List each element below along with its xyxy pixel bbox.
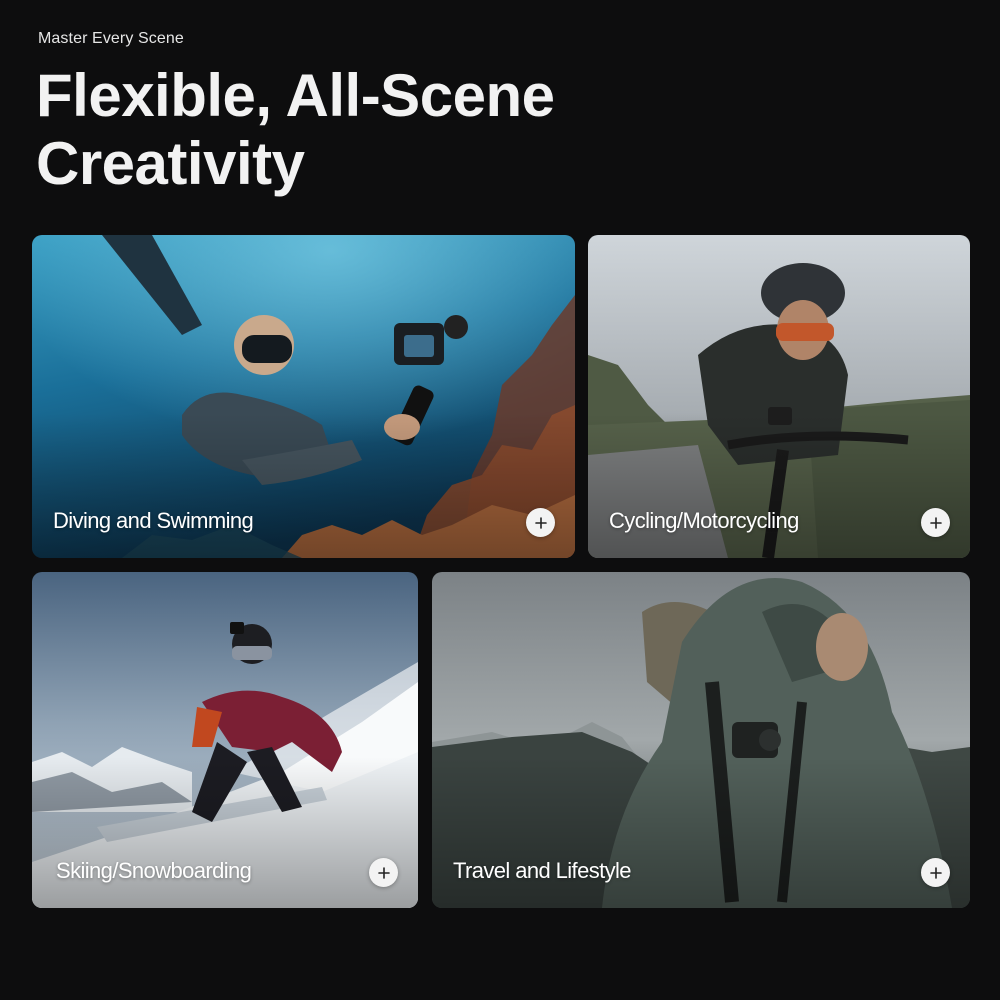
expand-button[interactable] [921,508,950,537]
expand-button[interactable] [369,858,398,887]
scene-card-label: Skiing/Snowboarding [56,858,252,883]
page-title-line-2: Creativity [36,130,305,197]
scene-showcase: Master Every Scene Flexible, All-Scene C… [0,0,1000,1000]
scene-card-label: Diving and Swimming [53,508,254,533]
scene-card-skiing[interactable]: Skiing/Snowboarding [32,572,418,908]
scene-card-label: Travel and Lifestyle [453,858,632,883]
scene-card-travel[interactable]: Travel and Lifestyle [432,572,970,908]
section-eyebrow: Master Every Scene [38,30,184,47]
scene-card-diving[interactable]: Diving and Swimming [32,235,575,558]
page-title-line-1: Flexible, All-Scene [36,62,555,129]
plus-icon [929,516,942,529]
plus-icon [929,866,942,879]
page-title: Flexible, All-Scene Creativity [36,62,596,198]
plus-icon [534,516,547,529]
expand-button[interactable] [921,858,950,887]
plus-icon [377,866,390,879]
scene-card-cycling[interactable]: Cycling/Motorcycling [588,235,970,558]
scene-card-label: Cycling/Motorcycling [609,508,799,533]
expand-button[interactable] [526,508,555,537]
